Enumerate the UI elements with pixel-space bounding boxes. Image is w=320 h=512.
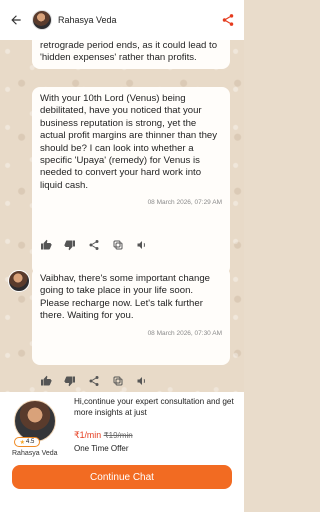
share-icon[interactable]: [88, 375, 100, 387]
message-text: retrograde period ends, as it could lead…: [40, 40, 218, 64]
message-timestamp: 08 March 2026, 07:30 AM: [147, 329, 222, 337]
thumbs-down-icon[interactable]: [64, 239, 76, 251]
price-original: ₹19/min: [103, 431, 133, 440]
message-timestamp: 08 March 2026, 07:29 AM: [147, 199, 222, 207]
continue-chat-button[interactable]: Continue Chat: [12, 465, 232, 489]
thumbs-up-icon[interactable]: [40, 375, 52, 387]
message-actions: [40, 374, 150, 388]
speaker-icon[interactable]: [136, 239, 148, 251]
message-bubble: Vaibhav, there's some important change g…: [32, 267, 230, 365]
chat-area: retrograde period ends, as it could lead…: [0, 40, 244, 392]
rating-value: 4.5: [26, 439, 35, 445]
message-text: With your 10th Lord (Venus) being debili…: [40, 93, 218, 191]
price-current: ₹1/min: [74, 430, 102, 440]
rating-badge: ★ 4.5: [14, 437, 40, 447]
thumbs-up-icon[interactable]: [40, 239, 52, 251]
message-text: Vaibhav, there's some important change g…: [40, 273, 210, 322]
message-bubble-partial: retrograde period ends, as it could lead…: [32, 40, 230, 69]
star-icon: ★: [19, 439, 26, 446]
share-icon[interactable]: [88, 239, 100, 251]
thumbs-down-icon[interactable]: [64, 375, 76, 387]
copy-icon[interactable]: [112, 375, 124, 387]
astrologer-message-avatar: [8, 270, 30, 292]
chat-title: Rahasya Veda: [58, 15, 117, 25]
offer-panel: ★ 4.5 Rahasya Veda Hi,continue your expe…: [0, 392, 244, 512]
speaker-icon[interactable]: [136, 375, 148, 387]
offer-description: Hi,continue your expert consultation and…: [74, 397, 234, 417]
offer-label: One Time Offer: [74, 444, 129, 453]
astrologer-name: Rahasya Veda: [12, 450, 58, 457]
top-bar: Rahasya Veda: [0, 0, 244, 40]
astrologer-photo: [14, 400, 56, 442]
copy-icon[interactable]: [112, 239, 124, 251]
back-arrow-icon[interactable]: [8, 12, 24, 28]
astrologer-avatar[interactable]: [32, 10, 52, 30]
price-row: ₹1/min ₹19/min: [74, 430, 133, 441]
message-actions: [40, 238, 150, 252]
share-icon[interactable]: [220, 12, 236, 28]
